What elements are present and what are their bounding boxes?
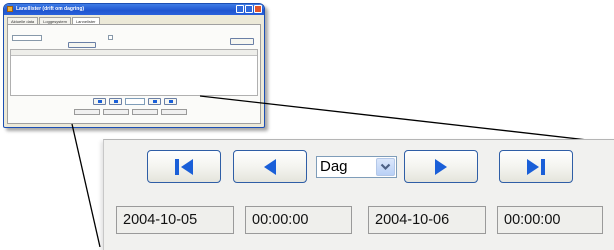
previous-triangle-icon: [264, 158, 276, 175]
start-date-field[interactable]: 2004-10-05: [116, 206, 234, 234]
first-period-button[interactable]: [147, 150, 221, 183]
previous-period-button[interactable]: [233, 150, 307, 183]
start-time-field[interactable]: 00:00:00: [245, 206, 352, 234]
zoom-line-top: [199, 95, 614, 144]
period-select[interactable]: Dag: [316, 156, 397, 178]
chevron-down-icon: [380, 163, 391, 171]
next-period-button[interactable]: [404, 150, 478, 183]
next-triangle-icon: [435, 158, 447, 175]
period-dropdown-button[interactable]: [376, 158, 395, 176]
skip-to-last-icon: [527, 158, 545, 175]
skip-to-first-icon: [175, 158, 193, 175]
end-date-field[interactable]: 2004-10-06: [368, 206, 486, 234]
period-select-value: Dag: [320, 158, 348, 175]
last-period-button[interactable]: [499, 150, 573, 183]
zoom-line-bottom: [71, 123, 101, 247]
end-time-field[interactable]: 00:00:00: [497, 206, 603, 234]
zoomed-navigation-panel: Dag 2004-10-05 00:00:00 2004-10-06 00:00…: [103, 139, 614, 250]
